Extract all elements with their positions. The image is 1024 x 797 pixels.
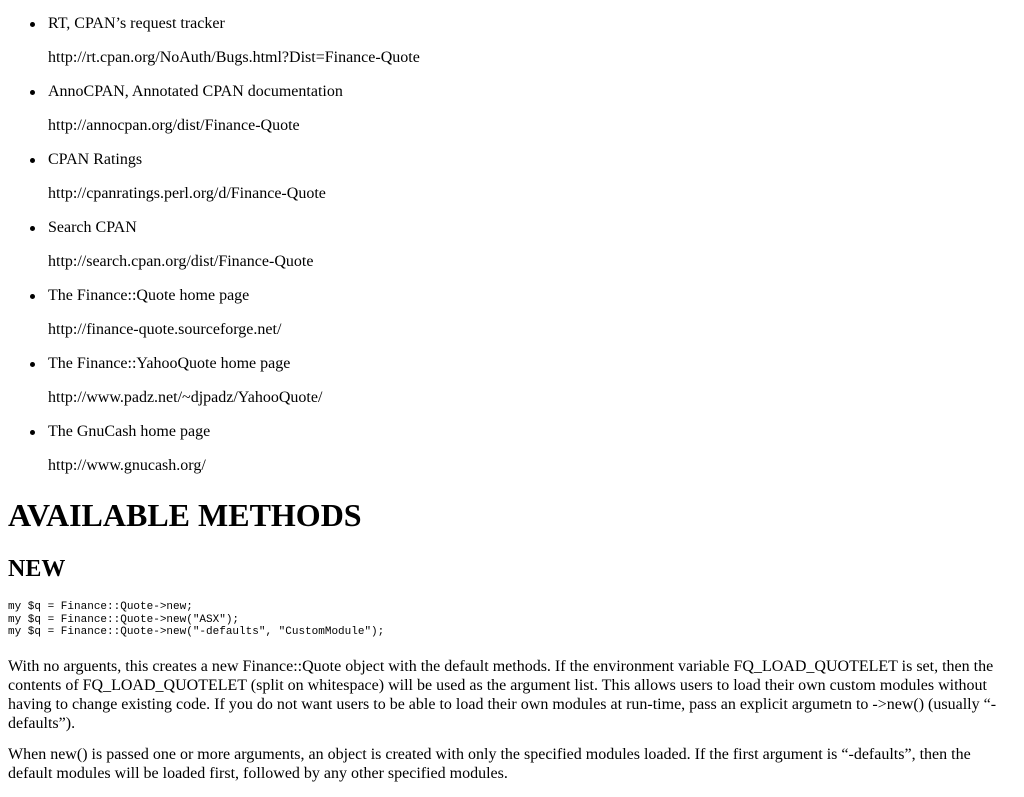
list-item-url: http://www.padz.net/~djpadz/YahooQuote/: [48, 389, 323, 406]
subsection-heading: NEW: [8, 556, 66, 582]
list-item-title: AnnoCPAN, Annotated CPAN documentation: [48, 83, 343, 100]
description-paragraph: With no arguents, this creates a new Fin…: [8, 658, 997, 732]
bullet-icon: [30, 362, 35, 367]
code-line: my $q = Finance::Quote->new("ASX");: [8, 613, 240, 626]
list-item-title: The GnuCash home page: [48, 423, 211, 440]
bullet-icon: [30, 294, 35, 299]
list-item-title: The Finance::YahooQuote home page: [48, 355, 291, 372]
list-item-title: The Finance::Quote home page: [48, 287, 250, 304]
list-item-url: http://www.gnucash.org/: [48, 457, 206, 474]
code-line: my $q = Finance::Quote->new("-defaults",…: [8, 626, 385, 638]
list-item-url: http://rt.cpan.org/NoAuth/Bugs.html?Dist…: [48, 49, 420, 66]
code-block: my $q = Finance::Quote->new; my $q = Fina…: [8, 601, 384, 639]
bullet-icon: [30, 22, 35, 27]
arguments-paragraph: When new() is passed one or more argumen…: [8, 746, 971, 782]
bullet-icon: [30, 430, 35, 435]
bullet-icon: [30, 226, 35, 231]
list-item-url: http://search.cpan.org/dist/Finance-Quot…: [48, 253, 314, 270]
list-item-title: Search CPAN: [48, 219, 137, 236]
section-heading: AVAILABLE METHODS: [8, 497, 362, 533]
list-item-title: RT, CPAN’s request tracker: [48, 15, 225, 32]
list-item-title: CPAN Ratings: [48, 151, 143, 168]
list-item-url: http://cpanratings.perl.org/d/Finance-Qu…: [48, 185, 326, 202]
code-line: my $q = Finance::Quote->new;: [8, 601, 193, 613]
bullet-icon: [30, 90, 35, 95]
bullet-icon: [30, 158, 35, 163]
list-item-url: http://annocpan.org/dist/Finance-Quote: [48, 117, 300, 134]
list-item-url: http://finance-quote.sourceforge.net/: [48, 321, 282, 338]
